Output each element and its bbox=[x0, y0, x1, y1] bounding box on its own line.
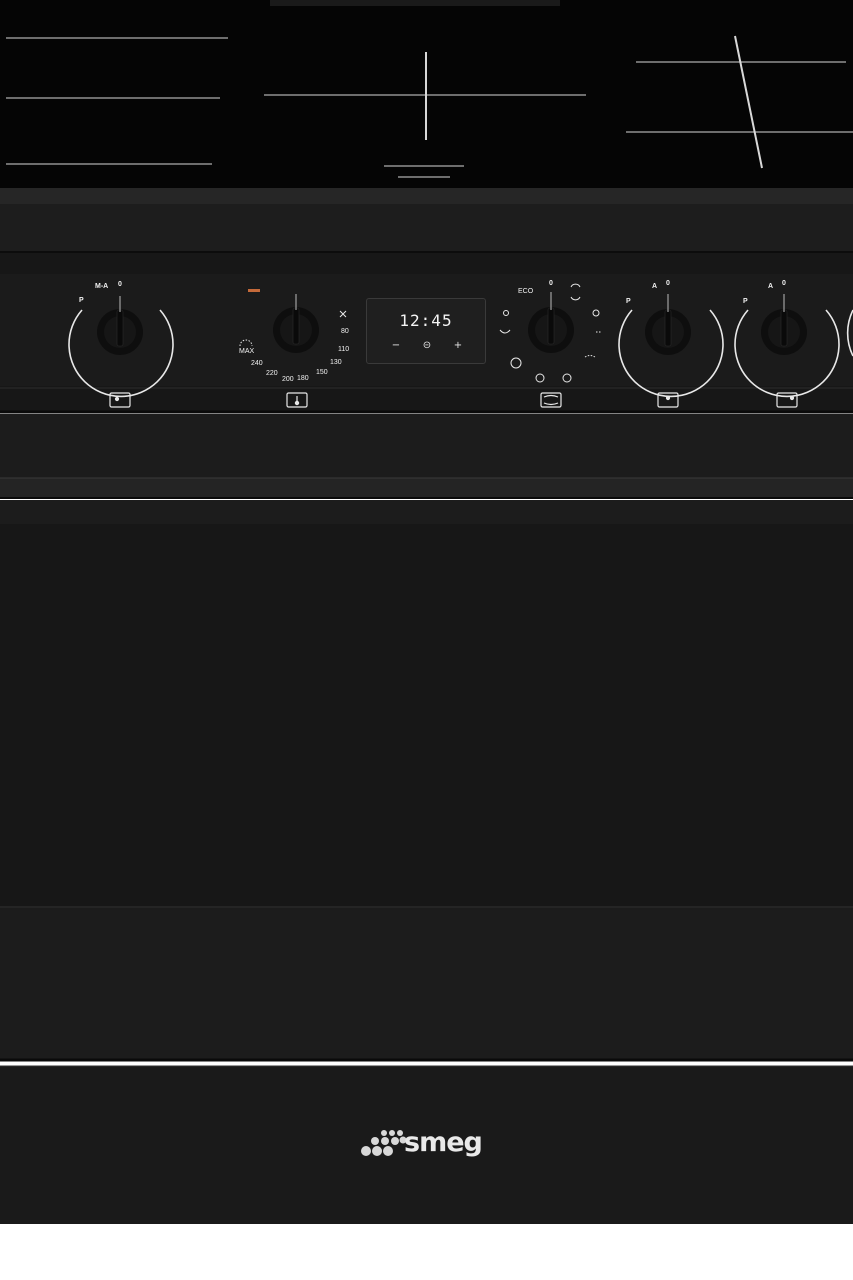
temp-180-label: 180 bbox=[297, 375, 309, 382]
door-bottom-panel bbox=[0, 908, 853, 1060]
knob-4-p-label: P bbox=[626, 298, 631, 305]
temp-150-label: 150 bbox=[316, 369, 328, 376]
temp-240-label: 240 bbox=[251, 360, 263, 367]
temp-200-label: 200 bbox=[282, 376, 294, 383]
knob-5-p-label: P bbox=[743, 298, 748, 305]
temp-130-label: 130 bbox=[330, 359, 342, 366]
knob-1-off-label: 0 bbox=[118, 281, 122, 288]
knob-4-a-label: A bbox=[652, 283, 658, 290]
knob-4-off-label: 0 bbox=[666, 280, 670, 287]
door-top-trim bbox=[0, 414, 853, 478]
brand-logo-text: smeg bbox=[404, 1127, 483, 1158]
knob-5-a-label: A bbox=[768, 283, 774, 290]
oven-handle-bar[interactable] bbox=[0, 478, 853, 498]
knob-5-off-label: 0 bbox=[782, 280, 786, 287]
knob-1-mode-label: M-A bbox=[95, 283, 109, 290]
knob-1-p-label: P bbox=[79, 297, 84, 304]
oven-window bbox=[0, 524, 853, 906]
temp-80-label: 80 bbox=[341, 328, 349, 335]
brand-logo: smeg bbox=[356, 1126, 496, 1162]
clock-minus-button[interactable]: − bbox=[389, 341, 403, 351]
temp-220-label: 220 bbox=[266, 370, 278, 377]
digital-clock: 12:45 − ⊝ + bbox=[366, 298, 486, 364]
temp-max-label: MAX bbox=[239, 348, 255, 355]
temp-110-label: 110 bbox=[338, 346, 350, 353]
upper-trim bbox=[0, 204, 853, 252]
range-cooker bbox=[0, 0, 853, 1280]
hob-frame bbox=[0, 188, 853, 204]
eco-label: ECO bbox=[518, 288, 534, 295]
thermostat-indicator-light bbox=[248, 289, 260, 292]
clock-plus-button[interactable]: + bbox=[451, 341, 465, 351]
hob-rear-vent bbox=[270, 0, 560, 6]
function-off-label: 0 bbox=[549, 280, 553, 287]
clock-mode-button[interactable]: ⊝ bbox=[420, 341, 434, 351]
clock-time-display: 12:45 bbox=[399, 311, 453, 330]
